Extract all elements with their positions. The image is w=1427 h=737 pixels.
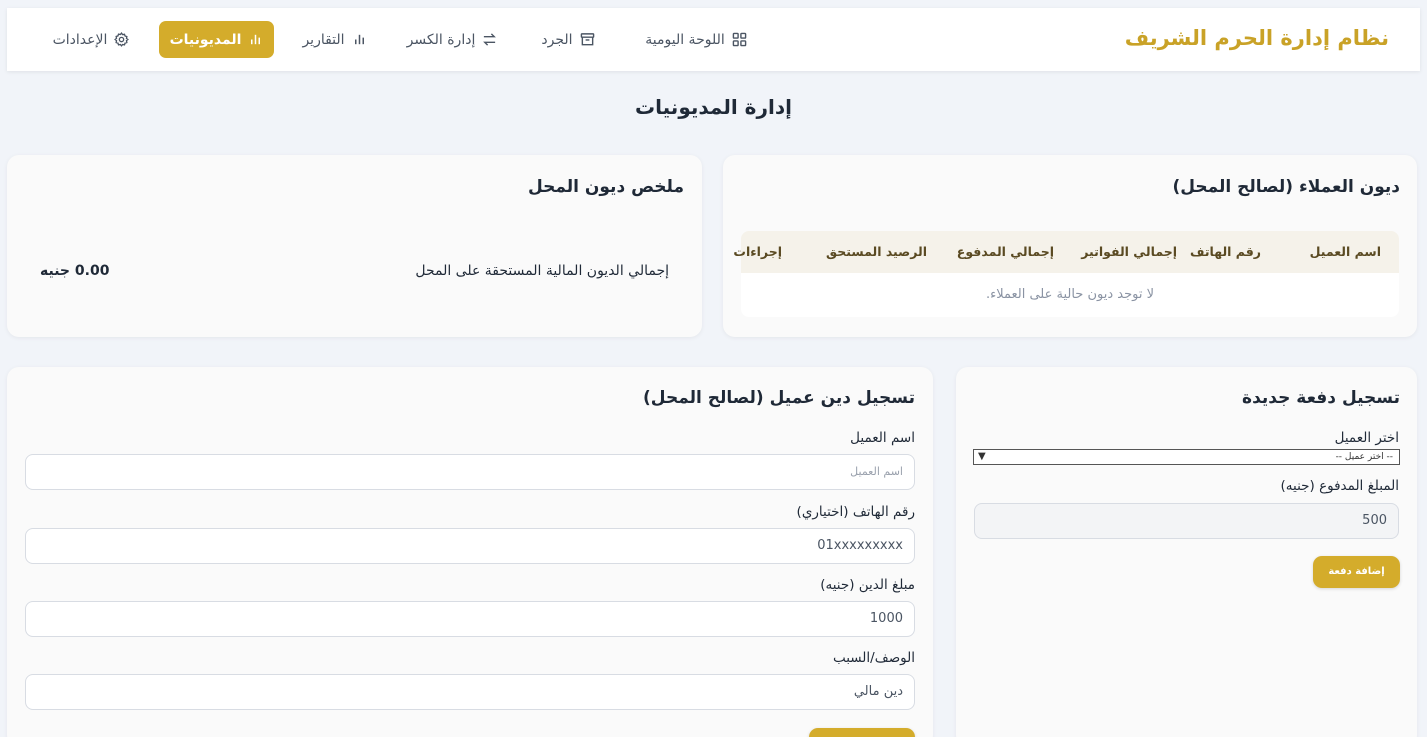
- nav-label: إدارة الكسر: [406, 31, 476, 48]
- chevron-down-icon: ▼: [978, 451, 986, 462]
- nav-item-daily-dashboard[interactable]: اللوحة اليومية: [620, 21, 772, 58]
- debt-amount-label: مبلغ الدين (جنيه): [820, 577, 915, 593]
- column-header: إجمالي المدفوع: [956, 244, 1054, 259]
- card-title: ديون العملاء (لصالح المحل): [1172, 177, 1400, 197]
- table-empty-message: لا توجد ديون حالية على العملاء.: [741, 273, 1399, 317]
- column-header: اسم العميل: [1309, 244, 1381, 259]
- add-payment-button[interactable]: إضافة دفعة: [1313, 556, 1400, 588]
- nav-item-scrap-management[interactable]: إدارة الكسر: [400, 21, 504, 58]
- nav-item-reports[interactable]: التقارير: [292, 21, 377, 58]
- app-brand-title[interactable]: نظام إدارة الحرم الشريف: [1125, 26, 1389, 50]
- table-header: اسم العميل رقم الهاتف إجمالي الفواتير إج…: [733, 231, 1399, 273]
- nav-label: اللوحة اليومية: [645, 31, 725, 48]
- paid-amount-label: المبلغ المدفوع (جنيه): [1280, 478, 1399, 494]
- nav-item-debts[interactable]: المديونيات: [159, 21, 274, 58]
- customer-select-label: اختر العميل: [1334, 430, 1399, 446]
- reason-input[interactable]: دين مالي: [25, 674, 915, 710]
- phone-label: رقم الهاتف (اختياري): [796, 504, 915, 520]
- bar-chart-icon: [251, 34, 261, 45]
- register-payment-card: تسجيل دفعة جديدة اختر العميل -- اختر عمي…: [956, 367, 1417, 737]
- register-debt-button[interactable]: [809, 728, 915, 737]
- top-navbar: نظام إدارة الحرم الشريف اللوحة اليومية ا…: [7, 8, 1420, 71]
- paid-amount-input[interactable]: 500: [974, 503, 1399, 539]
- grid-icon: [732, 32, 747, 47]
- column-header: الرصيد المستحق: [826, 244, 927, 259]
- archive-icon: [580, 33, 594, 46]
- card-title: تسجيل دين عميل (لصالح المحل): [643, 388, 915, 408]
- nav-item-inventory[interactable]: الجرد: [531, 21, 605, 58]
- nav-label: الجرد: [541, 31, 573, 48]
- customer-select-value: -- اختر عميل --: [1335, 452, 1393, 462]
- column-header: إجراءات: [733, 244, 782, 259]
- shop-debts-summary-card: ملخص ديون المحل إجمالي الديون المالية ال…: [7, 155, 702, 337]
- bar-chart-icon: [354, 34, 364, 45]
- gear-icon: [114, 32, 130, 47]
- phone-input[interactable]: 01xxxxxxxxx: [25, 528, 915, 564]
- reason-label: الوصف/السبب: [832, 650, 915, 666]
- customer-debts-card: ديون العملاء (لصالح المحل) اسم العميل رق…: [723, 155, 1417, 337]
- column-header: رقم الهاتف: [1189, 244, 1261, 259]
- debt-amount-input[interactable]: 1000: [25, 601, 915, 637]
- total-debts-label: إجمالي الديون المالية المستحقة على المحل: [415, 263, 669, 279]
- nav-label: الإعدادات: [52, 31, 108, 48]
- customer-name-label: اسم العميل: [850, 430, 915, 446]
- customer-select[interactable]: -- اختر عميل -- ▼: [973, 449, 1400, 465]
- customer-name-input[interactable]: اسم العميل: [25, 454, 915, 490]
- nav-label: المديونيات: [169, 31, 242, 48]
- card-title: ملخص ديون المحل: [527, 177, 684, 197]
- register-customer-debt-card: تسجيل دين عميل (لصالح المحل) اسم العميل …: [7, 367, 933, 737]
- total-debts-value: 0.00 جنيه: [40, 263, 110, 279]
- exchange-icon: [483, 33, 497, 46]
- nav-label: التقارير: [302, 31, 345, 48]
- page-title: إدارة المديونيات: [635, 95, 792, 119]
- card-title: تسجيل دفعة جديدة: [1242, 388, 1400, 408]
- nav-item-settings[interactable]: الإعدادات: [41, 21, 141, 58]
- column-header: إجمالي الفواتير: [1081, 244, 1177, 259]
